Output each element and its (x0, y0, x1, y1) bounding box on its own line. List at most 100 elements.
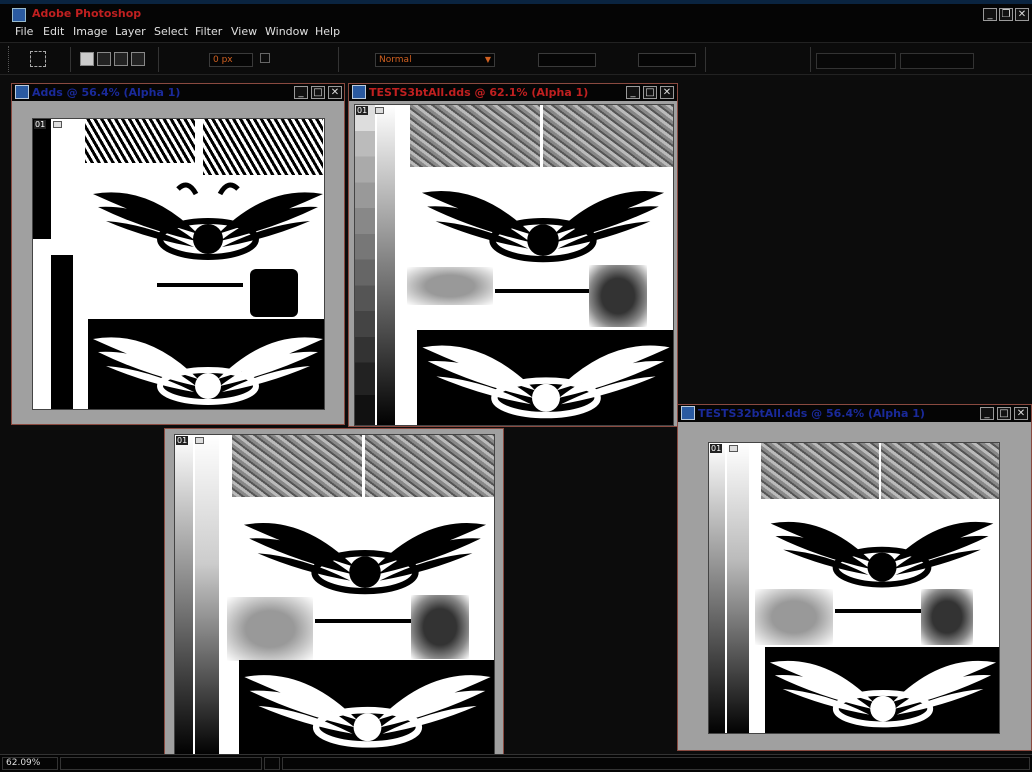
solid-block (250, 269, 298, 317)
winged-eye-logo-inverted (422, 345, 670, 419)
channel-toggle-icon[interactable] (375, 107, 384, 114)
blur-box (589, 265, 647, 327)
winged-eye-logo-inverted (93, 337, 323, 405)
texture-tile (410, 105, 540, 167)
blur-bar (755, 589, 833, 645)
texture-tile (881, 443, 999, 499)
menu-help[interactable]: Help (315, 25, 340, 38)
subtract-selection-icon[interactable] (114, 52, 128, 66)
minimize-icon[interactable]: _ (294, 86, 308, 99)
winged-eye-logo-inverted (769, 660, 997, 728)
maximize-icon[interactable]: □ (311, 86, 325, 99)
document-title: TESTS3btAll.dds @ 62.1% (Alpha 1) (369, 86, 589, 99)
gradient-strip (727, 443, 749, 733)
document-icon (681, 406, 695, 420)
winged-eye-logo (243, 523, 487, 595)
document-window-tests32btall[interactable]: TESTS32btAll.dds @ 56.4% (Alpha 1) _ □ ✕… (677, 404, 1032, 751)
document-title-bar[interactable]: Adds @ 56.4% (Alpha 1) _ □ ✕ (12, 84, 344, 101)
minimize-icon[interactable]: _ (980, 407, 994, 420)
anti-alias-checkbox[interactable] (260, 53, 270, 63)
channel-toggle-icon[interactable] (195, 437, 204, 444)
gradient-strip (709, 443, 725, 733)
gradient-steps (355, 105, 375, 425)
menu-view[interactable]: View (231, 25, 257, 38)
bar (495, 289, 589, 293)
document-title-bar[interactable]: TESTS32btAll.dds @ 56.4% (Alpha 1) _ □ ✕ (678, 405, 1031, 422)
app-title-bar: Adobe Photoshop _ ❐ ✕ (0, 0, 1032, 22)
restore-icon[interactable]: ❐ (999, 8, 1013, 21)
texture-tile (761, 443, 879, 499)
style-select[interactable]: Normal (375, 53, 495, 67)
brushes-tab[interactable] (900, 53, 974, 69)
channel-toggle-icon[interactable] (53, 121, 62, 128)
channel-tag: 01 (710, 444, 723, 453)
channel-tag: 01 (176, 436, 189, 445)
gradient-strip (195, 435, 219, 754)
photoshop-logo-icon (12, 8, 26, 22)
menu-file[interactable]: File (15, 25, 33, 38)
menu-image[interactable]: Image (73, 25, 107, 38)
marquee-tool-icon[interactable] (30, 51, 46, 67)
winged-eye-logo-inverted (244, 675, 491, 748)
separator (338, 47, 339, 72)
status-arrow-icon[interactable] (264, 757, 280, 770)
texture-tile (232, 435, 362, 497)
document-canvas[interactable]: 01 (174, 434, 495, 754)
separator (70, 47, 71, 72)
document-canvas[interactable]: 01 (32, 118, 325, 410)
document-title: TESTS32btAll.dds @ 56.4% (Alpha 1) (698, 407, 925, 420)
document-icon (352, 85, 366, 99)
close-icon[interactable]: ✕ (1014, 407, 1028, 420)
close-icon[interactable]: ✕ (1015, 8, 1029, 21)
zoom-level[interactable]: 62.09% (2, 757, 58, 770)
close-icon[interactable]: ✕ (328, 86, 342, 99)
channel-tag: 01 (34, 120, 47, 129)
chevron-down-icon[interactable]: ▼ (482, 54, 494, 66)
channel-toggle-icon[interactable] (729, 445, 738, 452)
document-title: Adds @ 56.4% (Alpha 1) (32, 86, 181, 99)
minimize-icon[interactable]: _ (983, 8, 997, 21)
alpha-strip (51, 255, 73, 409)
add-selection-icon[interactable] (97, 52, 111, 66)
document-size[interactable] (60, 757, 262, 770)
menu-edit[interactable]: Edit (43, 25, 64, 38)
separator (705, 47, 706, 72)
bar (835, 609, 921, 613)
app-title: Adobe Photoshop (32, 7, 142, 20)
document-window-tests3btall[interactable]: TESTS3btAll.dds @ 62.1% (Alpha 1) _ □ ✕ … (348, 83, 678, 427)
menu-select[interactable]: Select (154, 25, 188, 38)
file-browser-tab[interactable] (816, 53, 896, 69)
texture-tile (85, 119, 195, 163)
document-canvas[interactable]: 01 (354, 104, 674, 426)
status-hint (282, 757, 1030, 770)
winged-eye-logo (770, 521, 994, 588)
height-input[interactable] (638, 53, 696, 67)
status-bar: 62.09% (0, 754, 1032, 772)
blur-bar (407, 267, 493, 305)
blur-bar (227, 597, 313, 661)
blur-box (411, 595, 469, 659)
maximize-icon[interactable]: □ (643, 86, 657, 99)
texture-tile (365, 435, 494, 497)
document-window-untitled[interactable]: 01 (164, 428, 504, 754)
document-window-adds[interactable]: Adds @ 56.4% (Alpha 1) _ □ ✕ 01 (11, 83, 345, 425)
options-bar: 0 px Normal ▼ (0, 42, 1032, 75)
width-input[interactable] (538, 53, 596, 67)
menu-layer[interactable]: Layer (115, 25, 146, 38)
menu-window[interactable]: Window (265, 25, 308, 38)
maximize-icon[interactable]: □ (997, 407, 1011, 420)
feather-input[interactable]: 0 px (209, 53, 253, 67)
new-selection-icon[interactable] (80, 52, 94, 66)
intersect-selection-icon[interactable] (131, 52, 145, 66)
separator (810, 47, 811, 72)
blur-box (921, 589, 973, 645)
minimize-icon[interactable]: _ (626, 86, 640, 99)
gradient-strip (377, 105, 395, 425)
grip-handle[interactable] (8, 46, 12, 72)
document-title-bar[interactable]: TESTS3btAll.dds @ 62.1% (Alpha 1) _ □ ✕ (349, 84, 677, 101)
alpha-strip (33, 119, 51, 239)
texture-tile (203, 119, 323, 175)
close-icon[interactable]: ✕ (660, 86, 674, 99)
menu-filter[interactable]: Filter (195, 25, 222, 38)
document-canvas[interactable]: 01 (708, 442, 1000, 734)
